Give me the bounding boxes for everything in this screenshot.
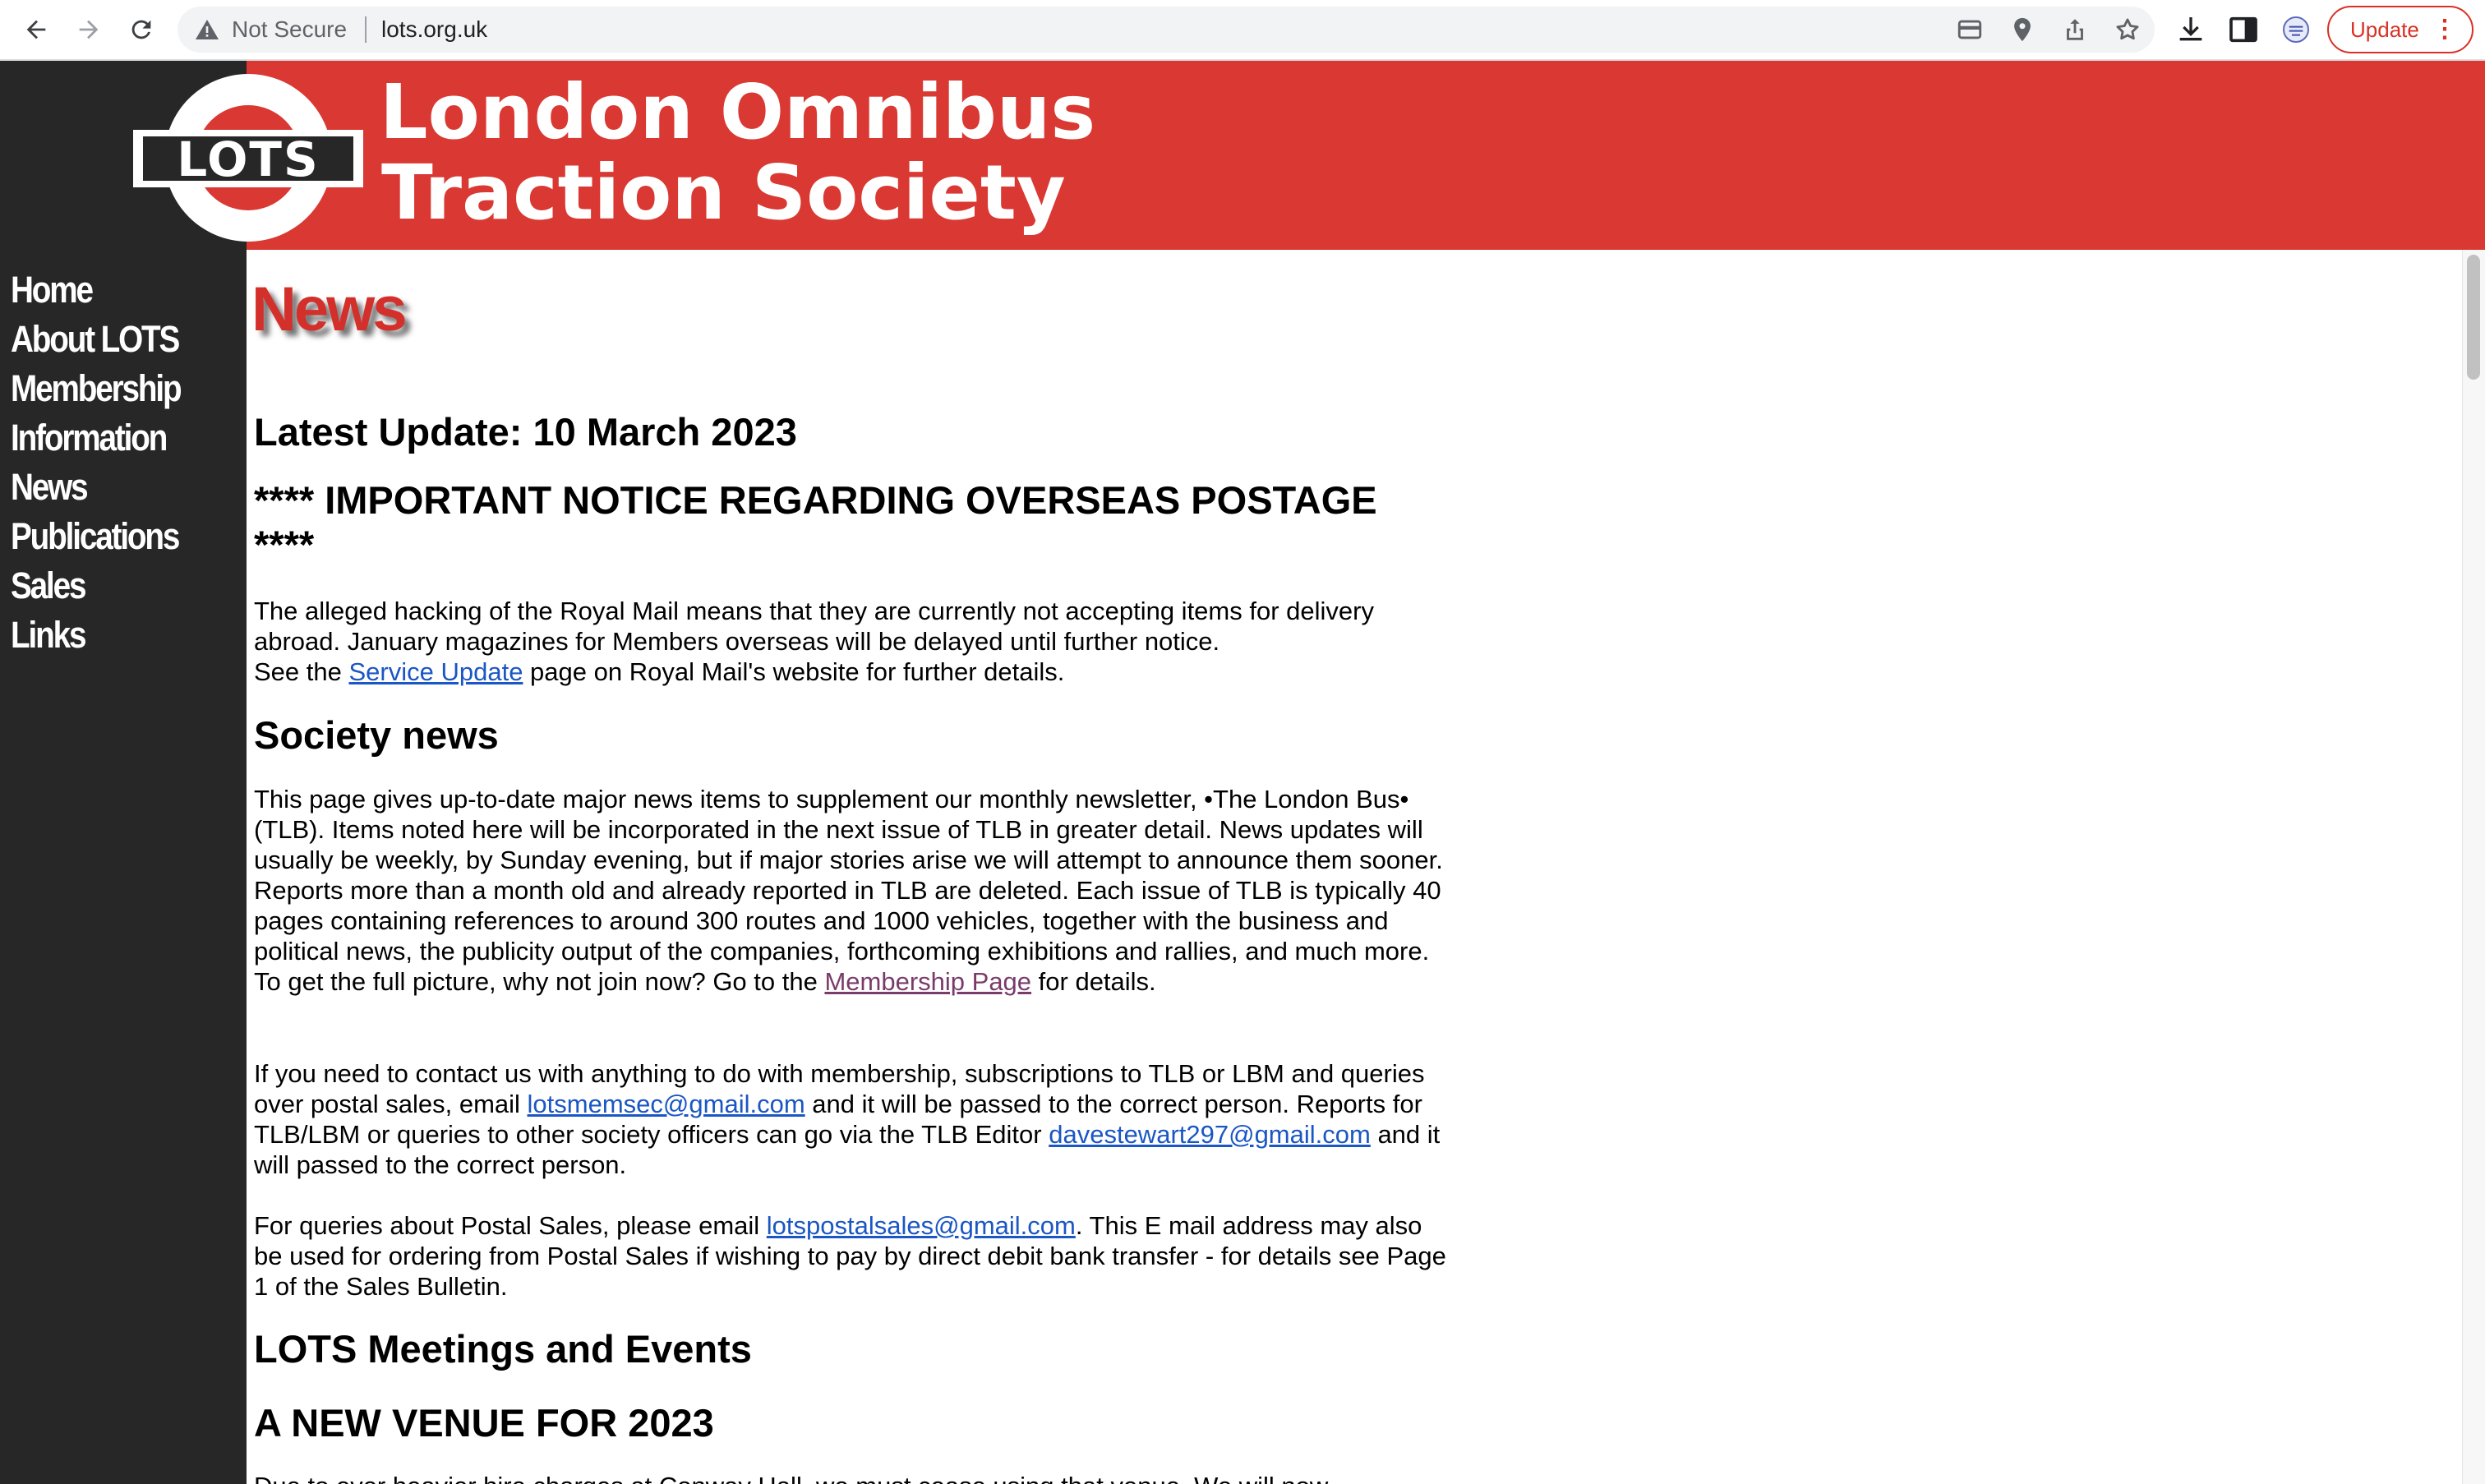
logo-text: LOTS: [177, 131, 320, 187]
society-paragraph: This page gives up-to-date major news it…: [254, 784, 1454, 997]
venue-heading: A NEW VENUE FOR 2023: [254, 1401, 714, 1445]
meetings-heading: LOTS Meetings and Events: [254, 1327, 752, 1371]
postal-paragraph: For queries about Postal Sales, please e…: [254, 1210, 1454, 1302]
sidebar-item-membership[interactable]: Membership: [11, 366, 182, 412]
update-button[interactable]: Update ⋮: [2327, 6, 2473, 53]
lots-logo: LOTS: [133, 74, 363, 242]
reload-button[interactable]: [122, 10, 161, 49]
sidebar-item-news[interactable]: News: [11, 464, 89, 510]
memsec-email-link[interactable]: lotsmemsec@gmail.com: [528, 1090, 805, 1118]
notice-heading: **** IMPORTANT NOTICE REGARDING OVERSEAS…: [254, 478, 1377, 566]
back-icon: [26, 20, 46, 39]
society-text: This page gives up-to-date major news it…: [254, 785, 1443, 996]
share-icon[interactable]: [2061, 16, 2089, 44]
notice-paragraph: The alleged hacking of the Royal Mail me…: [254, 596, 1454, 687]
sidebar-item-publications[interactable]: Publications: [11, 514, 180, 560]
star-icon[interactable]: [2114, 16, 2142, 44]
extension-icon[interactable]: [2280, 13, 2312, 46]
divider: [365, 16, 367, 43]
url-text[interactable]: lots.org.uk: [381, 16, 487, 44]
reload-icon: [131, 20, 151, 39]
download-icon[interactable]: [2174, 13, 2207, 46]
postal-text-1: For queries about Postal Sales, please e…: [254, 1211, 767, 1240]
forward-button[interactable]: [69, 10, 108, 49]
site-title-line2: Traction Society: [381, 149, 1066, 237]
membership-page-link[interactable]: Membership Page: [824, 967, 1031, 996]
site-title: London Omnibus Traction Society: [380, 72, 1095, 233]
card-icon[interactable]: [1956, 16, 1984, 44]
postal-sales-email-link[interactable]: lotspostalsales@gmail.com: [767, 1211, 1076, 1240]
society-text-suffix: for details.: [1031, 967, 1156, 996]
notice-see-suffix: page on Royal Mail's website for further…: [523, 657, 1065, 686]
security-label[interactable]: Not Secure: [232, 16, 347, 44]
editor-email-link[interactable]: davestewart297@gmail.com: [1049, 1120, 1371, 1149]
update-label: Update: [2350, 17, 2419, 42]
back-button[interactable]: [16, 10, 56, 49]
warning-icon[interactable]: [194, 16, 220, 43]
scrollbar[interactable]: [2462, 250, 2485, 1484]
more-menu-icon: ⋮: [2432, 16, 2457, 43]
browser-toolbar: Not Secure lots.org.uk Update ⋮: [0, 0, 2485, 61]
sidebar-item-information[interactable]: Information: [11, 415, 168, 461]
notice-text: The alleged hacking of the Royal Mail me…: [254, 597, 1374, 656]
address-bar[interactable]: Not Secure lots.org.uk: [178, 7, 2155, 53]
service-update-link[interactable]: Service Update: [348, 657, 523, 686]
page-title: News: [251, 274, 408, 344]
latest-update-heading: Latest Update: 10 March 2023: [254, 410, 797, 454]
side-panel-icon[interactable]: [2227, 13, 2260, 46]
notice-see-prefix: See the: [254, 657, 349, 686]
venue-paragraph: Due to ever heavier hire charges at Conw…: [254, 1471, 1454, 1484]
forward-icon: [79, 20, 99, 39]
sidebar-item-links[interactable]: Links: [11, 612, 86, 658]
scrollbar-thumb[interactable]: [2467, 255, 2480, 380]
location-pin-icon[interactable]: [2008, 16, 2036, 44]
sidebar-item-sales[interactable]: Sales: [11, 563, 87, 609]
sidebar-item-home[interactable]: Home: [11, 267, 94, 313]
contact-paragraph: If you need to contact us with anything …: [254, 1058, 1454, 1180]
society-news-heading: Society news: [254, 713, 499, 757]
sidebar-item-about[interactable]: About LOTS: [11, 316, 180, 362]
site-title-line1: London Omnibus: [380, 68, 1096, 156]
